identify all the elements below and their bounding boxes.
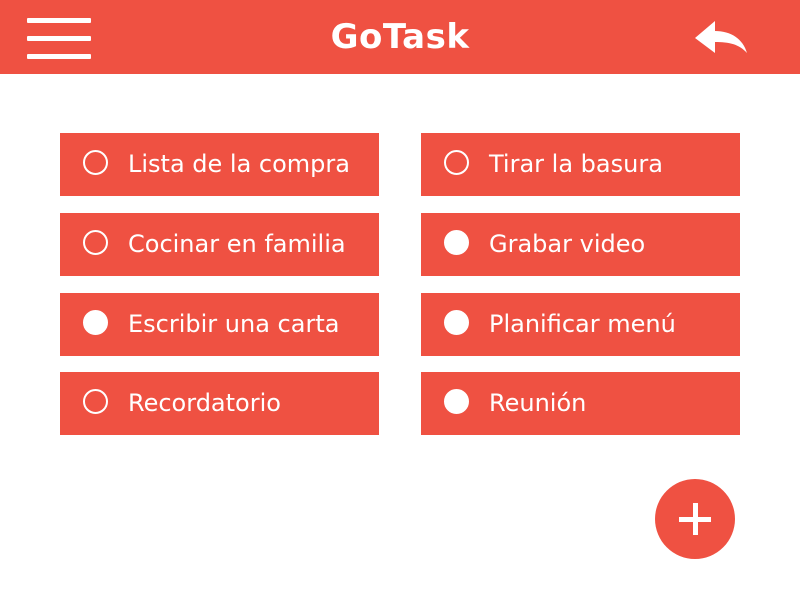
task-label: Tirar la basura — [489, 150, 663, 178]
task-status-radio[interactable] — [83, 150, 108, 175]
task-status-radio[interactable] — [444, 230, 469, 255]
task-item[interactable]: Reunión — [421, 372, 740, 435]
task-label: Cocinar en familia — [128, 230, 346, 258]
task-item[interactable]: Escribir una carta — [60, 293, 379, 356]
add-task-button[interactable] — [655, 479, 735, 559]
task-label: Reunión — [489, 389, 587, 417]
task-status-radio[interactable] — [83, 230, 108, 255]
reply-arrow-icon[interactable] — [693, 18, 749, 58]
task-label: Escribir una carta — [128, 310, 340, 338]
task-item[interactable]: Grabar video — [421, 213, 740, 276]
task-label: Planificar menú — [489, 310, 676, 338]
app-title: GoTask — [330, 17, 470, 57]
task-label: Grabar video — [489, 230, 646, 258]
reply-arrow-svg — [695, 21, 747, 53]
task-status-radio[interactable] — [83, 310, 108, 335]
app-header: GoTask — [0, 0, 800, 74]
task-item[interactable]: Cocinar en familia — [60, 213, 379, 276]
task-item[interactable]: Lista de la compra — [60, 133, 379, 196]
task-status-radio[interactable] — [444, 389, 469, 414]
task-label: Lista de la compra — [128, 150, 350, 178]
task-item[interactable]: Recordatorio — [60, 372, 379, 435]
task-status-radio[interactable] — [444, 150, 469, 175]
task-item[interactable]: Planificar menú — [421, 293, 740, 356]
task-status-radio[interactable] — [444, 310, 469, 335]
task-label: Recordatorio — [128, 389, 281, 417]
task-item[interactable]: Tirar la basura — [421, 133, 740, 196]
app-screen: GoTask Lista de la compra Tirar la basur… — [0, 0, 800, 600]
plus-icon-vertical — [693, 503, 698, 535]
task-status-radio[interactable] — [83, 389, 108, 414]
